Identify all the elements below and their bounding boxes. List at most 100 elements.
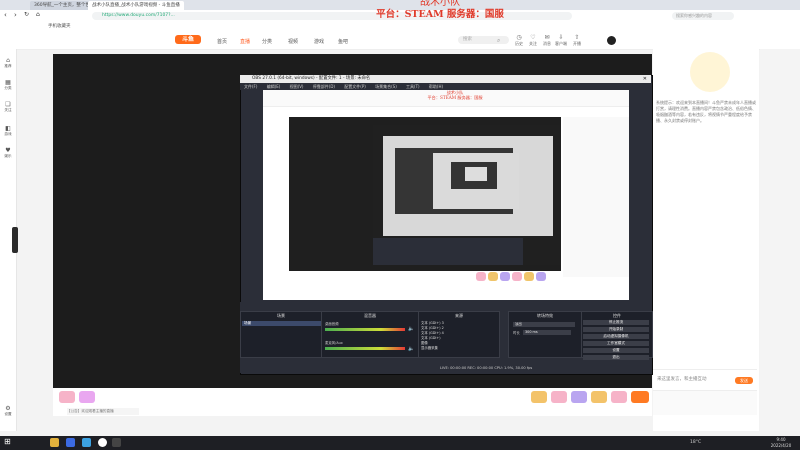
start-icon[interactable]: ⊞ — [4, 437, 11, 446]
follow-icon[interactable]: ♡ 关注 — [526, 35, 540, 47]
chat-toolbar — [653, 390, 757, 415]
grid-icon: ▦ — [5, 79, 11, 86]
obs-menu-edit[interactable]: 编辑(E) — [267, 84, 281, 89]
sidebar-toggle-handle[interactable] — [12, 227, 18, 253]
settings-button[interactable]: 设置 — [583, 348, 649, 353]
upload-icon[interactable]: ⇧ 开播 — [570, 35, 584, 47]
duration-label: 时长 — [513, 331, 520, 335]
audio-meter — [325, 328, 405, 331]
start-recording-button[interactable]: 开始录制 — [583, 327, 649, 332]
panel-title: 转场特效 — [537, 313, 553, 318]
file-explorer-icon[interactable] — [50, 438, 59, 447]
nav-video[interactable]: 视频 — [288, 38, 298, 45]
tab-label: 360导航_一个主页，整个世界 — [34, 3, 95, 8]
source-item[interactable]: 显示器采集 — [421, 346, 444, 351]
gift-item[interactable] — [79, 391, 95, 403]
avatar[interactable] — [607, 36, 616, 45]
speaker-icon[interactable]: 🔈 — [408, 346, 414, 352]
sidebar-item-category[interactable]: ▦ 分类 — [0, 79, 16, 91]
gift-item[interactable] — [631, 391, 649, 403]
clock-date: 2022/4/20 — [770, 443, 792, 448]
close-icon[interactable]: ✕ — [643, 75, 647, 83]
home-icon[interactable]: ⌂ — [36, 11, 40, 18]
gift-item[interactable] — [531, 391, 547, 403]
stop-stream-button[interactable]: 停止推流 — [583, 320, 649, 325]
sources-panel: 来源 文本 (GDI+) 3 文本 (GDI+) 2 文本 (GDI+) 4 文… — [418, 311, 500, 358]
nav-category[interactable]: 分类 — [262, 38, 272, 45]
obs-status-text: LIVE: 00:00:00 REC: 00:00:00 CPU: 1.9%, … — [440, 366, 533, 370]
nav-games[interactable]: 游戏 — [314, 38, 324, 45]
send-button[interactable]: 发送 — [735, 377, 753, 384]
transitions-panel: 转场特效 淡出 时长 300 ms — [508, 311, 582, 358]
gift-item[interactable] — [611, 391, 627, 403]
obs-title: OBS 27.0.1 (64-bit, windows) - 配置文件: 1 -… — [252, 76, 371, 81]
app-icon[interactable] — [82, 438, 91, 447]
bookmark-icon: ❏ — [5, 101, 11, 108]
clock[interactable]: 9:40 2022/4/20 — [763, 437, 799, 449]
nav-live[interactable]: 直播 — [240, 38, 250, 45]
app-icon[interactable] — [66, 438, 75, 447]
message-icon[interactable]: ✉ 消息 — [540, 35, 554, 47]
settings-icon: ⚙ — [5, 405, 11, 412]
audio-meter — [325, 347, 405, 350]
obs-icon[interactable] — [112, 438, 121, 447]
studio-mode-button[interactable]: 工作室模式 — [583, 341, 649, 346]
gift-item[interactable] — [551, 391, 567, 403]
bookmark-item[interactable]: 手机收藏夹 — [48, 23, 71, 29]
sidebar-item-games[interactable]: ◧ 游戏 — [0, 125, 16, 137]
gift-item[interactable] — [59, 391, 75, 403]
browser-search-input[interactable]: 搜索你感兴趣的内容 — [672, 12, 734, 20]
mascot-image — [690, 52, 730, 92]
nav-home[interactable]: 首页 — [217, 38, 227, 45]
overlay-title: 战术小队 — [420, 0, 460, 8]
transition-select[interactable]: 淡出 — [513, 322, 575, 327]
obs-menu-scenes[interactable]: 场景集合(S) — [375, 84, 397, 89]
refresh-icon[interactable]: ↻ — [24, 11, 29, 18]
speaker-icon[interactable]: 🔈 — [408, 326, 414, 332]
browser-icon[interactable] — [98, 438, 107, 447]
scene-item[interactable]: 场景 — [242, 321, 322, 326]
panel-title: 来源 — [455, 313, 463, 318]
gift-item[interactable] — [571, 391, 587, 403]
sidebar-item-fun[interactable]: ♥ 娱乐 — [0, 147, 16, 159]
download-icon[interactable]: ⇩ 客户端 — [554, 35, 568, 47]
preview-gift-bar — [476, 272, 566, 282]
obs-menu-profile[interactable]: 配置文件(P) — [344, 84, 366, 89]
virtual-camera-button[interactable]: 启动虚拟摄像机 — [583, 334, 649, 339]
preview-right-panel — [563, 117, 629, 277]
nested-capture-page — [465, 167, 487, 181]
gift-item[interactable] — [591, 391, 607, 403]
announcement: 【公告】欢迎观看主播的直播 — [67, 408, 139, 415]
sidebar-item-settings[interactable]: ⚙ 设置 — [0, 405, 16, 417]
obs-menu-tools[interactable]: 工具(T) — [406, 84, 420, 89]
obs-menu-bar: 文件(F) 编辑(E) 视图(V) 停靠部件(D) 配置文件(P) 场景集合(S… — [240, 83, 651, 90]
scenes-panel: 场景 场景 — [240, 311, 322, 358]
player-footer — [53, 388, 652, 416]
site-search-input[interactable]: 搜索 — [458, 36, 509, 44]
obs-menu-file[interactable]: 文件(F) — [240, 84, 257, 89]
obs-menu-view[interactable]: 视图(V) — [290, 84, 304, 89]
duration-input[interactable]: 300 ms — [523, 330, 571, 335]
game-icon: ◧ — [5, 125, 11, 132]
sidebar-item-follow[interactable]: ❏ 关注 — [0, 101, 16, 113]
back-icon[interactable]: ‹ — [4, 11, 7, 19]
forward-icon[interactable]: › — [14, 11, 17, 19]
stream-overlay: 战术小队 平台：STEAM 服务器：国服 — [330, 0, 550, 21]
exit-button[interactable]: 退出 — [583, 355, 649, 360]
obs-title-bar: OBS 27.0.1 (64-bit, windows) - 配置文件: 1 -… — [240, 75, 651, 83]
system-notice: 系统提示：欢迎来到本直播间！斗鱼严禁未成年人直播或打赏，请理性消费。直播内容严禁… — [656, 100, 756, 123]
obs-status-bar: LIVE: 00:00:00 REC: 00:00:00 CPU: 1.9%, … — [240, 363, 651, 373]
obs-menu-help[interactable]: 帮助(H) — [429, 84, 443, 89]
site-logo[interactable]: 斗鱼 — [175, 35, 201, 44]
browser-tab-active[interactable]: 战术小队直播_战术小队游戏视频 - 斗鱼直播 — [88, 1, 184, 10]
sidebar-item-recommend[interactable]: ⌂ 推荐 — [0, 57, 16, 69]
obs-menu-docks[interactable]: 停靠部件(D) — [313, 84, 335, 89]
page-right-margin — [760, 49, 800, 431]
weather-text[interactable]: 18°C — [690, 440, 701, 445]
heart-icon: ♥ — [5, 147, 11, 154]
site-header — [0, 31, 800, 50]
source-list: 文本 (GDI+) 3 文本 (GDI+) 2 文本 (GDI+) 4 文本 (… — [421, 321, 444, 351]
search-icon[interactable]: ⌕ — [497, 37, 500, 45]
history-icon[interactable]: ◷ 历史 — [512, 35, 526, 47]
nav-fishbar[interactable]: 鱼吧 — [338, 38, 348, 45]
